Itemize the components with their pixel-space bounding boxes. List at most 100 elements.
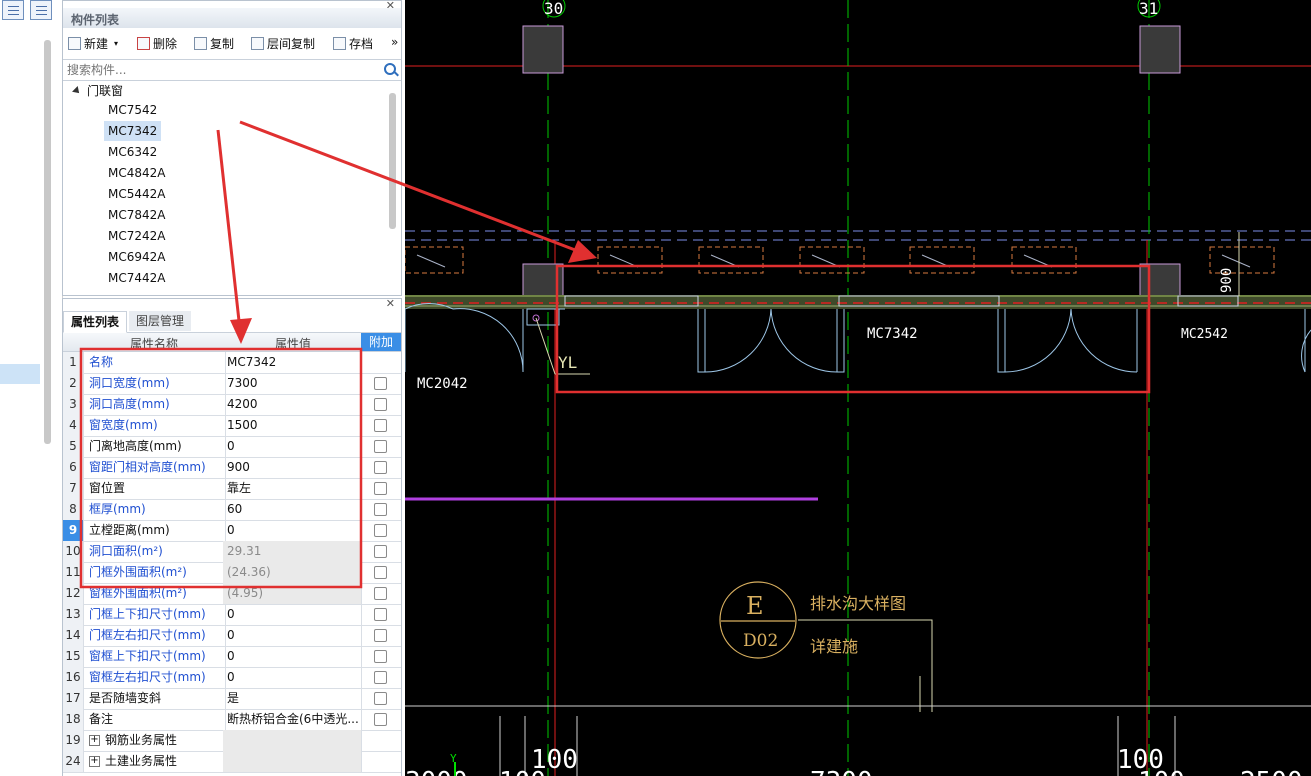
- extra-checkbox[interactable]: [374, 545, 387, 558]
- property-value[interactable]: 靠左: [223, 478, 362, 499]
- grid-view-icon[interactable]: [30, 0, 52, 20]
- property-value[interactable]: 60: [223, 499, 362, 520]
- tree-item[interactable]: MC6342: [104, 142, 161, 162]
- property-row[interactable]: 8 框厚(mm) 60: [63, 499, 401, 521]
- property-value[interactable]: 断热桥铝合金(6中透光...: [223, 709, 362, 730]
- tree-item[interactable]: MC7542: [104, 100, 161, 120]
- list-view-icon[interactable]: [2, 0, 24, 20]
- nav-scrollbar[interactable]: [44, 40, 51, 444]
- property-row[interactable]: 19 + 钢筋业务属性: [63, 730, 401, 752]
- extra-checkbox[interactable]: [374, 524, 387, 537]
- extra-checkbox[interactable]: [374, 461, 387, 474]
- extra-checkbox[interactable]: [374, 608, 387, 621]
- save-button[interactable]: 存档: [333, 35, 373, 52]
- property-row[interactable]: 5 门离地高度(mm) 0: [63, 436, 401, 458]
- property-tabs: 属性列表 图层管理: [63, 311, 401, 333]
- expand-icon[interactable]: +: [89, 735, 100, 746]
- property-value[interactable]: 900: [223, 457, 362, 478]
- search-input[interactable]: [65, 61, 379, 79]
- delete-icon: [137, 37, 150, 50]
- more-icon[interactable]: »: [391, 35, 398, 49]
- property-row[interactable]: 13 门框上下扣尺寸(mm) 0: [63, 604, 401, 626]
- new-button[interactable]: 新建 ▾: [68, 35, 118, 52]
- tree-item[interactable]: MC7242A: [104, 226, 169, 246]
- close-icon[interactable]: ✕: [386, 297, 395, 310]
- tree-item[interactable]: MC7342: [104, 121, 162, 141]
- tree-item[interactable]: MC6942A: [104, 247, 169, 267]
- property-value[interactable]: 4200: [223, 394, 362, 415]
- collapse-arrow-icon[interactable]: [72, 85, 82, 96]
- extra-checkbox[interactable]: [374, 671, 387, 684]
- property-row[interactable]: 16 窗框左右扣尺寸(mm) 0: [63, 667, 401, 689]
- property-value[interactable]: 0: [223, 667, 362, 688]
- property-value[interactable]: 0: [223, 520, 362, 541]
- extra-checkbox[interactable]: [374, 440, 387, 453]
- property-value[interactable]: 是: [223, 688, 362, 709]
- tree-item[interactable]: MC7842A: [104, 205, 169, 225]
- property-name: 门框上下扣尺寸(mm): [85, 604, 226, 625]
- cad-drawing-canvas[interactable]: 30 31 900 MC7342 MC2042 MC2542 YL E D02 …: [405, 0, 1311, 776]
- property-row[interactable]: 10 洞口面积(m²) 29.31: [63, 541, 401, 563]
- extra-checkbox[interactable]: [374, 419, 387, 432]
- save-icon: [333, 37, 346, 50]
- extra-checkbox[interactable]: [374, 650, 387, 663]
- tree-item[interactable]: MC5442A: [104, 184, 169, 204]
- property-row[interactable]: 14 门框左右扣尺寸(mm) 0: [63, 625, 401, 647]
- property-row[interactable]: 2 洞口宽度(mm) 7300: [63, 373, 401, 395]
- property-row[interactable]: 7 窗位置 靠左: [63, 478, 401, 500]
- property-value[interactable]: 0: [223, 646, 362, 667]
- extra-checkbox[interactable]: [374, 587, 387, 600]
- property-row[interactable]: 4 窗宽度(mm) 1500: [63, 415, 401, 437]
- extra-checkbox[interactable]: [374, 482, 387, 495]
- window-above: [698, 246, 764, 274]
- tree-item[interactable]: MC7442A: [104, 268, 169, 288]
- cad-drawing[interactable]: 30 31 900 MC7342 MC2042 MC2542 YL E D02 …: [405, 0, 1311, 776]
- property-value: (4.95): [223, 583, 362, 604]
- property-row[interactable]: 15 窗框上下扣尺寸(mm) 0: [63, 646, 401, 668]
- property-row[interactable]: 3 洞口高度(mm) 4200: [63, 394, 401, 416]
- tab-property-list[interactable]: 属性列表: [63, 311, 128, 333]
- column-extra-header: 附加: [361, 333, 401, 351]
- property-value[interactable]: 7300: [223, 373, 362, 394]
- extra-checkbox[interactable]: [374, 398, 387, 411]
- property-row[interactable]: 18 备注 断热桥铝合金(6中透光...: [63, 709, 401, 731]
- property-row[interactable]: 17 是否随墙变斜 是: [63, 688, 401, 710]
- property-value[interactable]: MC7342: [223, 352, 362, 373]
- dim-100-b: 100: [499, 767, 546, 776]
- extra-checkbox[interactable]: [374, 629, 387, 642]
- property-value[interactable]: 0: [223, 604, 362, 625]
- dropdown-arrow-icon[interactable]: ▾: [114, 39, 118, 48]
- component-list-scrollbar[interactable]: [389, 93, 396, 229]
- extra-checkbox[interactable]: [374, 377, 387, 390]
- tree-item[interactable]: MC4842A: [104, 163, 169, 183]
- delete-button[interactable]: 删除: [137, 35, 177, 52]
- property-value[interactable]: 0: [223, 436, 362, 457]
- nav-selected-item[interactable]: [0, 364, 40, 384]
- detail-note-2: 详建施: [810, 637, 858, 656]
- tree-root-node[interactable]: 门联窗: [72, 82, 123, 99]
- extra-checkbox[interactable]: [374, 503, 387, 516]
- extra-checkbox[interactable]: [374, 713, 387, 726]
- extra-checkbox[interactable]: [374, 566, 387, 579]
- property-row[interactable]: 1 名称 MC7342: [63, 352, 401, 374]
- property-row[interactable]: 24 + 土建业务属性: [63, 751, 401, 773]
- copy-button[interactable]: 复制: [194, 35, 234, 52]
- row-number: 24: [63, 751, 84, 772]
- property-row[interactable]: 11 门框外围面积(m²) (24.36): [63, 562, 401, 584]
- property-value: [223, 730, 362, 751]
- extra-checkbox[interactable]: [374, 692, 387, 705]
- property-row[interactable]: 12 窗框外围面积(m²) (4.95): [63, 583, 401, 605]
- search-icon[interactable]: [384, 63, 396, 75]
- new-label: 新建: [84, 37, 109, 51]
- property-value[interactable]: 1500: [223, 415, 362, 436]
- floor-copy-button[interactable]: 层间复制: [251, 35, 315, 52]
- expand-icon[interactable]: +: [89, 756, 100, 767]
- property-row[interactable]: 9 立樘距离(mm) 0: [63, 520, 401, 542]
- property-row[interactable]: 6 窗距门相对高度(mm) 900: [63, 457, 401, 479]
- tab-layer-management[interactable]: 图层管理: [129, 311, 192, 331]
- label-mc7342: MC7342: [867, 326, 918, 342]
- property-name: 洞口宽度(mm): [85, 373, 226, 394]
- left-nav-strip: [0, 0, 63, 776]
- property-value[interactable]: 0: [223, 625, 362, 646]
- property-name-text: 窗框外围面积(m²): [89, 586, 187, 600]
